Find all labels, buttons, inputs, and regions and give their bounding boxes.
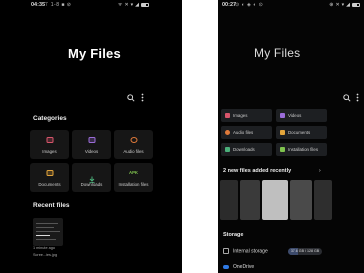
videos-icon <box>88 137 95 143</box>
category-label: Installation files <box>288 147 319 152</box>
category-label: Downloads <box>80 182 103 187</box>
status-time: 00:27 <box>222 2 237 8</box>
app-title: My Files <box>254 46 301 60</box>
search-icon[interactable] <box>343 94 351 104</box>
category-label: Videos <box>288 113 302 118</box>
images-icon <box>225 112 230 118</box>
category-label: Images <box>233 113 248 118</box>
status-notification-icons: ⊙ ◐ ◈ ◐ ⊙ <box>235 2 264 8</box>
category-audio[interactable]: Audio files <box>221 126 272 139</box>
status-notification-icons: ⊤ 1-8 ■ ⊘ <box>44 2 72 8</box>
category-label: Images <box>42 149 57 154</box>
status-time: 04:35 <box>31 2 46 8</box>
downloads-icon <box>88 170 95 183</box>
category-label: Videos <box>84 149 99 154</box>
category-installation-files[interactable]: APK Installation files <box>114 163 153 192</box>
category-images[interactable]: Images <box>30 130 69 159</box>
category-downloads[interactable]: Downloads <box>221 143 272 156</box>
documents-icon <box>280 129 285 135</box>
downloads-icon <box>225 146 230 152</box>
images-icon <box>46 137 53 143</box>
category-documents[interactable]: Documents <box>276 126 327 139</box>
category-documents[interactable]: Documents <box>30 163 69 192</box>
recent-files-header: 2 new files added recently <box>223 168 292 174</box>
storage-onedrive[interactable]: OneDrive <box>223 264 254 270</box>
search-icon[interactable] <box>127 94 135 104</box>
documents-icon <box>46 170 53 176</box>
videos-icon <box>280 112 285 118</box>
recent-files-header: Recent files <box>33 202 70 209</box>
category-label: Downloads <box>233 147 255 152</box>
category-label: Installation files <box>118 182 149 187</box>
category-audio[interactable]: Audio files <box>114 130 153 159</box>
category-label: Audio files <box>123 149 144 154</box>
recent-file-thumbnail[interactable] <box>290 180 312 220</box>
category-label: Audio files <box>233 130 254 135</box>
category-downloads[interactable]: Downloads <box>72 163 111 192</box>
app-title: My Files <box>68 46 121 61</box>
chevron-right-icon[interactable]: › <box>319 168 321 174</box>
category-label: Documents <box>288 130 311 135</box>
left-phone-screen: 04:35 ⊤ 1-8 ■ ⊘ ᯤ ✕ ▾ ◢ My Files Categor… <box>0 0 182 273</box>
status-bar: 04:35 ⊤ 1-8 ■ ⊘ ᯤ ✕ ▾ ◢ <box>0 2 182 10</box>
recent-files-strip <box>220 180 362 220</box>
recent-file-time: 1 minute ago <box>33 246 55 250</box>
storage-usage-text: 37.6 GB / 128 GB <box>290 249 320 254</box>
audio-icon <box>225 129 230 135</box>
status-system-icons: ᯤ ✕ ▾ ◢ <box>118 2 149 8</box>
apk-icon <box>280 146 285 152</box>
more-options-icon[interactable] <box>141 93 144 104</box>
recent-file-thumbnail[interactable] <box>262 180 288 220</box>
category-images[interactable]: Images <box>221 109 272 122</box>
phone-storage-icon <box>223 248 229 254</box>
recent-file-thumbnail[interactable] <box>314 180 332 220</box>
recent-file-thumbnail[interactable] <box>240 180 260 220</box>
category-videos[interactable]: Videos <box>276 109 327 122</box>
audio-icon <box>130 137 137 143</box>
status-bar: 00:27 ⊙ ◐ ◈ ◐ ⊙ ⊕ ✕ ▾ ◢ <box>218 2 364 10</box>
recent-file-thumbnail[interactable] <box>33 218 63 246</box>
storage-usage-pill: 37.6 GB / 128 GB <box>288 248 322 255</box>
battery-icon <box>141 2 149 7</box>
category-videos[interactable]: Videos <box>72 130 111 159</box>
recent-file-thumbnail[interactable] <box>220 180 238 220</box>
apk-icon: APK <box>128 170 139 175</box>
storage-label: OneDrive <box>233 264 255 270</box>
battery-icon <box>352 2 360 7</box>
storage-header: Storage <box>223 232 244 238</box>
category-installation-files[interactable]: Installation files <box>276 143 327 156</box>
storage-label: Internal storage <box>233 248 268 255</box>
screenshot-divider <box>182 0 218 273</box>
status-system-icons: ⊕ ✕ ▾ ◢ <box>329 2 360 8</box>
recent-file-name: Scree...ies.jpg <box>33 253 58 257</box>
category-label: Documents <box>38 182 61 187</box>
storage-internal[interactable]: Internal storage <box>223 248 268 254</box>
cloud-icon <box>223 264 229 269</box>
right-phone-screen: 00:27 ⊙ ◐ ◈ ◐ ⊙ ⊕ ✕ ▾ ◢ My Files Images … <box>218 0 364 273</box>
categories-header: Categories <box>33 115 67 122</box>
more-options-icon[interactable] <box>356 93 359 104</box>
